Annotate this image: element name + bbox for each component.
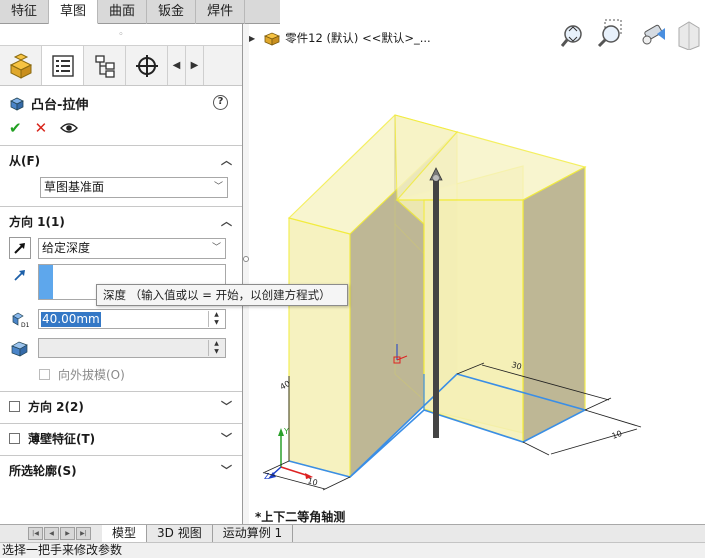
property-manager-tab[interactable] <box>42 46 84 85</box>
action-bar: ✔ ✕ <box>0 116 242 140</box>
crosshair-icon <box>135 54 158 77</box>
reverse-direction-button[interactable] <box>9 237 31 259</box>
from-start-value: 草图基准面 <box>44 179 105 194</box>
tab-sheet-metal[interactable]: 钣金 <box>147 0 197 24</box>
graphics-area[interactable]: ▶ 零件12 (默认) <<默认>_... Y Z 30 10 10 40 *上… <box>249 19 705 524</box>
feature-tree-icon <box>9 52 32 79</box>
selected-contours-header[interactable]: 所选轮廓(S) ﹀ <box>0 456 242 484</box>
from-start-select[interactable]: 草图基准面 ﹀ <box>40 176 228 198</box>
preview-eye-icon[interactable] <box>60 122 79 134</box>
tab-surfaces[interactable]: 曲面 <box>98 0 148 24</box>
bottom-tab-bar: |◀ ◀ ▶ ▶| 模型 3D 视图 运动算例 1 <box>0 524 705 542</box>
draft-angle-spinner[interactable]: ▲ ▼ <box>208 340 224 356</box>
view-orientation-label: *上下二等角轴测 <box>255 510 346 524</box>
direction-vector-label <box>9 264 31 286</box>
draft-angle-input[interactable]: ▲ ▼ <box>38 338 226 358</box>
from-group-title: 从(F) <box>9 153 41 168</box>
dim-10-right: 10 <box>611 429 624 441</box>
depth-spinner[interactable]: ▲ ▼ <box>208 311 224 327</box>
svg-text:Y: Y <box>283 427 289 436</box>
end-condition-select[interactable]: 给定深度 ﹀ <box>38 237 226 259</box>
manager-tabs: ◀ ▶ <box>0 46 242 86</box>
tab-motion-study[interactable]: 运动算例 1 <box>213 525 294 542</box>
draft-icon <box>11 341 28 357</box>
collapse-chevron-icon[interactable]: ︿ <box>221 213 232 229</box>
configuration-manager-tab[interactable] <box>84 46 126 85</box>
cancel-x-icon[interactable]: ✕ <box>35 119 48 137</box>
property-list-icon <box>51 54 74 77</box>
feature-title: 凸台-拉伸 <box>31 97 89 113</box>
collapse-chevron-icon[interactable]: ︿ <box>221 152 232 168</box>
dropdown-chevron-icon: ﹀ <box>213 181 223 192</box>
direction2-title: 方向 2(2) <box>28 399 84 414</box>
direction2-header[interactable]: 方向 2(2) ﹀ <box>0 392 242 420</box>
extrude-boss-icon <box>10 97 24 111</box>
first-tab-icon[interactable]: |◀ <box>28 527 43 540</box>
ok-check-icon[interactable]: ✔ <box>9 119 22 137</box>
last-tab-icon[interactable]: ▶| <box>76 527 91 540</box>
draft-button[interactable] <box>9 337 31 359</box>
dimxpert-manager-tab[interactable] <box>126 46 168 85</box>
direction2-group: 方向 2(2) ﹀ <box>0 391 242 420</box>
expand-chevron-icon[interactable]: ﹀ <box>221 398 232 414</box>
model-viewport[interactable]: Y Z 30 10 10 40 <box>249 24 705 524</box>
thin-feature-group: 薄壁特征(T) ﹀ <box>0 423 242 452</box>
thin-feature-header[interactable]: 薄壁特征(T) ﹀ <box>0 424 242 452</box>
status-bar: 选择一把手来修改参数 <box>0 542 705 558</box>
panel-grip[interactable]: ◦ <box>0 24 242 46</box>
prev-tab-icon[interactable]: ◀ <box>44 527 59 540</box>
property-manager-panel: ◦ ◀ ▶ 凸台-拉伸 ? ✔ ✕ 从(F) ︿ 草图基准面 ﹀ 方向 1(1)… <box>0 24 243 524</box>
from-group: 从(F) ︿ 草图基准面 ﹀ <box>0 145 242 200</box>
direction1-title: 方向 1(1) <box>9 214 65 229</box>
tab-features[interactable]: 特征 <box>0 0 50 24</box>
direction1-header[interactable]: 方向 1(1) ︿ <box>0 207 242 235</box>
depth-input[interactable]: 40.00mm ▲ ▼ <box>38 309 226 329</box>
depth-d1-icon: D1 <box>12 312 30 328</box>
command-tabs: 特征 草图 曲面 钣金 焊件 <box>0 0 280 24</box>
depth-value: 40.00mm <box>41 312 101 327</box>
direction2-checkbox[interactable] <box>9 400 20 412</box>
selection-focus-bar <box>39 265 53 299</box>
selected-contours-title: 所选轮廓(S) <box>9 463 77 478</box>
direction-arrow-icon <box>14 270 25 281</box>
end-condition-value: 给定深度 <box>42 240 91 255</box>
draft-outward-checkbox[interactable]: 向外拔模(O) <box>0 363 242 385</box>
tab-navigation: |◀ ◀ ▶ ▶| <box>28 527 92 540</box>
dim-10-bottom: 10 <box>306 476 318 487</box>
configuration-tree-icon <box>94 54 115 78</box>
tab-model[interactable]: 模型 <box>102 525 148 542</box>
depth-label: D1 <box>9 308 31 330</box>
thin-feature-title: 薄壁特征(T) <box>28 431 96 446</box>
feature-manager-tab[interactable] <box>0 46 42 85</box>
dropdown-chevron-icon: ﹀ <box>211 242 221 253</box>
reverse-direction-icon <box>14 243 25 254</box>
expand-chevron-icon[interactable]: ﹀ <box>221 462 232 478</box>
help-icon[interactable]: ? <box>213 95 228 110</box>
expand-chevron-icon[interactable]: ﹀ <box>221 430 232 446</box>
tab-weldments[interactable]: 焊件 <box>196 0 246 24</box>
draft-outward-label: 向外拔模(O) <box>58 367 125 382</box>
svg-text:D1: D1 <box>21 322 30 328</box>
tab-scroll-right-icon[interactable]: ▶ <box>186 46 204 85</box>
depth-tooltip: 深度 （输入值或以 = 开始，以创建方程式） <box>96 284 348 306</box>
draft-outward-box[interactable] <box>39 368 50 380</box>
tab-3d-views[interactable]: 3D 视图 <box>147 525 213 542</box>
next-tab-icon[interactable]: ▶ <box>60 527 75 540</box>
feature-header: 凸台-拉伸 <box>0 90 242 116</box>
from-group-header[interactable]: 从(F) ︿ <box>0 146 242 174</box>
tab-scroll-left-icon[interactable]: ◀ <box>168 46 186 85</box>
tab-sketch[interactable]: 草图 <box>49 0 99 24</box>
selected-contours-group: 所选轮廓(S) ﹀ <box>0 455 242 484</box>
thin-feature-checkbox[interactable] <box>9 432 20 444</box>
